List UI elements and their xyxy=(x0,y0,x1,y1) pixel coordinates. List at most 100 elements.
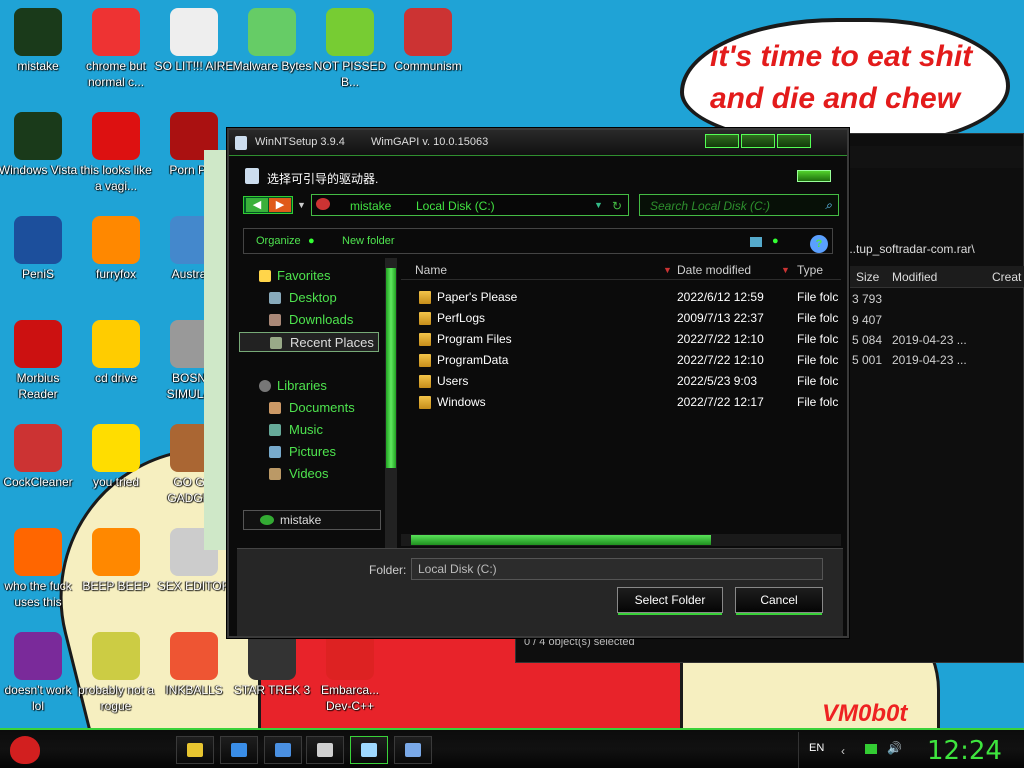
taskbar-button[interactable] xyxy=(176,736,214,764)
new-folder-button[interactable]: New folder xyxy=(342,235,395,247)
desktop-shortcut[interactable]: Morbius Reader xyxy=(0,314,78,402)
organize-button[interactable]: Organize xyxy=(256,235,301,247)
sort-icon[interactable]: ▼ xyxy=(663,265,672,275)
taskbar-button[interactable] xyxy=(350,736,388,764)
maximize-button[interactable] xyxy=(741,134,775,148)
taskbar-button[interactable] xyxy=(220,736,258,764)
desktop-shortcut[interactable]: you tried xyxy=(76,418,156,490)
dialog-close-button[interactable] xyxy=(797,170,831,182)
folder-dialog-icon xyxy=(245,168,259,184)
desktop-shortcut[interactable]: mistake xyxy=(0,2,78,74)
file-name: Windows xyxy=(437,395,486,409)
search-icon[interactable]: ⌕ xyxy=(825,198,832,213)
address-user[interactable]: mistake xyxy=(350,199,391,213)
minimize-button[interactable] xyxy=(705,134,739,148)
organize-dropdown-icon[interactable]: ● xyxy=(308,235,315,247)
search-input[interactable]: Search Local Disk (C:) ⌕ xyxy=(639,194,839,216)
address-dropdown-icon[interactable]: ▼ xyxy=(594,200,603,210)
app-title: WinNTSetup 3.9.4 xyxy=(255,136,345,148)
desktop-shortcut-label: INKBALLS xyxy=(165,683,223,697)
7zip-icon xyxy=(317,743,333,757)
desktop-shortcut[interactable]: doesn't work lol xyxy=(0,626,78,714)
chevron-icon[interactable]: ‹ xyxy=(841,744,845,758)
forward-arrow-icon[interactable]: ▶ xyxy=(269,198,291,212)
folder-icon xyxy=(419,291,431,304)
desktop-shortcut[interactable]: furryfox xyxy=(76,210,156,282)
taskbar-button[interactable] xyxy=(306,736,344,764)
start-button[interactable] xyxy=(6,732,46,768)
address-location[interactable]: Local Disk (C:) xyxy=(416,199,495,213)
desktop-shortcut[interactable]: PeniS xyxy=(0,210,78,282)
nav-pictures[interactable]: Pictures xyxy=(239,442,379,462)
nav-buttons: ◀ ▶ xyxy=(243,196,293,214)
nav-music[interactable]: Music xyxy=(239,420,379,440)
view-dropdown-icon[interactable]: ● xyxy=(772,235,779,247)
desktop-shortcut[interactable]: BEEP BEEP xyxy=(76,522,156,594)
desktop-shortcut[interactable]: CockCleaner xyxy=(0,418,78,490)
desktop-shortcut[interactable]: Windows Vista xyxy=(0,106,78,178)
file-row[interactable]: PerfLogs 2009/7/13 22:37 File folc xyxy=(401,309,841,329)
file-list: Name ▼ Date modified ▼ Type Paper's Plea… xyxy=(401,258,841,548)
column-size[interactable]: Size xyxy=(856,270,879,284)
nav-libraries[interactable]: Libraries xyxy=(239,376,379,396)
desktop-shortcut-label: doesn't work lol xyxy=(4,683,72,713)
sort-icon[interactable]: ▼ xyxy=(781,265,790,275)
desktop-shortcut[interactable]: SO LIT!!! AIRE xyxy=(154,2,234,74)
desktop-shortcut[interactable]: Communism xyxy=(388,2,468,74)
column-name[interactable]: Name xyxy=(415,263,447,277)
folder-field[interactable]: Local Disk (C:) xyxy=(411,558,823,580)
nav-scrollbar[interactable] xyxy=(385,258,397,548)
nav-documents[interactable]: Documents xyxy=(239,398,379,418)
file-type: File folc xyxy=(797,395,839,409)
select-folder-button[interactable]: Select Folder xyxy=(617,587,723,615)
lightning-icon xyxy=(14,528,62,576)
column-type[interactable]: Type xyxy=(797,263,823,277)
column-modified[interactable]: Modified xyxy=(892,270,937,284)
desktop-shortcut[interactable]: who the fuck uses this xyxy=(0,522,78,610)
folder-label: Folder: xyxy=(369,563,407,577)
desktop-shortcut[interactable]: INKBALLS xyxy=(154,626,234,698)
back-arrow-icon[interactable]: ◀ xyxy=(246,198,268,212)
desktop-shortcut[interactable]: Embarca... Dev-C++ xyxy=(310,626,390,714)
file-row[interactable]: Users 2022/5/23 9:03 File folc xyxy=(401,372,841,392)
desktop-shortcut-label: probably not a rogue xyxy=(77,683,155,713)
file-row[interactable]: Paper's Please 2022/6/12 12:59 File folc xyxy=(401,288,841,308)
cancel-button[interactable]: Cancel xyxy=(735,587,823,615)
file-list-scrollbar-thumb[interactable] xyxy=(411,535,711,545)
nav-recent-places[interactable]: Recent Places xyxy=(239,332,379,352)
file-row[interactable]: Windows 2022/7/22 12:17 File folc xyxy=(401,393,841,413)
desktop-shortcut[interactable]: cd drive xyxy=(76,314,156,386)
chrome-icon xyxy=(92,8,140,56)
column-date[interactable]: Date modified xyxy=(677,263,751,277)
close-button[interactable] xyxy=(777,134,811,148)
clock[interactable]: 12:24 xyxy=(927,736,1002,766)
desktop-shortcut[interactable]: Malware Bytes xyxy=(232,2,312,74)
dialog-titlebar[interactable]: WinNTSetup 3.9.4 WimGAPI v. 10.0.15063 xyxy=(229,130,847,156)
nav-desktop[interactable]: Desktop xyxy=(239,288,379,308)
nav-downloads[interactable]: Downloads xyxy=(239,310,379,330)
app-subtitle: WimGAPI v. 10.0.15063 xyxy=(371,136,489,148)
browse-folder-dialog[interactable]: WinNTSetup 3.9.4 WimGAPI v. 10.0.15063 选… xyxy=(227,128,849,638)
file-row[interactable]: Program Files 2022/7/22 12:10 File folc xyxy=(401,330,841,350)
language-indicator[interactable]: EN xyxy=(809,742,824,754)
column-created[interactable]: Creat xyxy=(992,270,1021,284)
taskbar-button[interactable] xyxy=(394,736,432,764)
recent-dropdown-icon[interactable]: ▼ xyxy=(297,200,306,210)
view-icon[interactable] xyxy=(750,237,762,247)
refresh-icon[interactable]: ↻ xyxy=(612,199,622,213)
taskbar-button[interactable] xyxy=(264,736,302,764)
nav-scrollbar-thumb[interactable] xyxy=(386,268,396,468)
file-row[interactable]: ProgramData 2022/7/22 12:10 File folc xyxy=(401,351,841,371)
address-bar[interactable]: mistake Local Disk (C:) ▼ ↻ xyxy=(311,194,629,216)
desktop-shortcut[interactable]: chrome but normal c... xyxy=(76,2,156,90)
desktop-shortcut[interactable]: NOT PISSED B... xyxy=(310,2,390,90)
desktop-shortcut[interactable]: this looks like a vagi... xyxy=(76,106,156,194)
nav-videos[interactable]: Videos xyxy=(239,464,379,484)
file-list-scrollbar[interactable] xyxy=(401,534,841,546)
volume-icon[interactable]: 🔊 xyxy=(887,741,902,755)
nav-computer-drive[interactable]: mistake xyxy=(243,510,381,530)
nav-favorites[interactable]: Favorites xyxy=(239,266,379,286)
help-icon[interactable]: ? xyxy=(810,235,828,253)
network-icon[interactable] xyxy=(865,744,877,754)
desktop-shortcut[interactable]: probably not a rogue xyxy=(76,626,156,714)
